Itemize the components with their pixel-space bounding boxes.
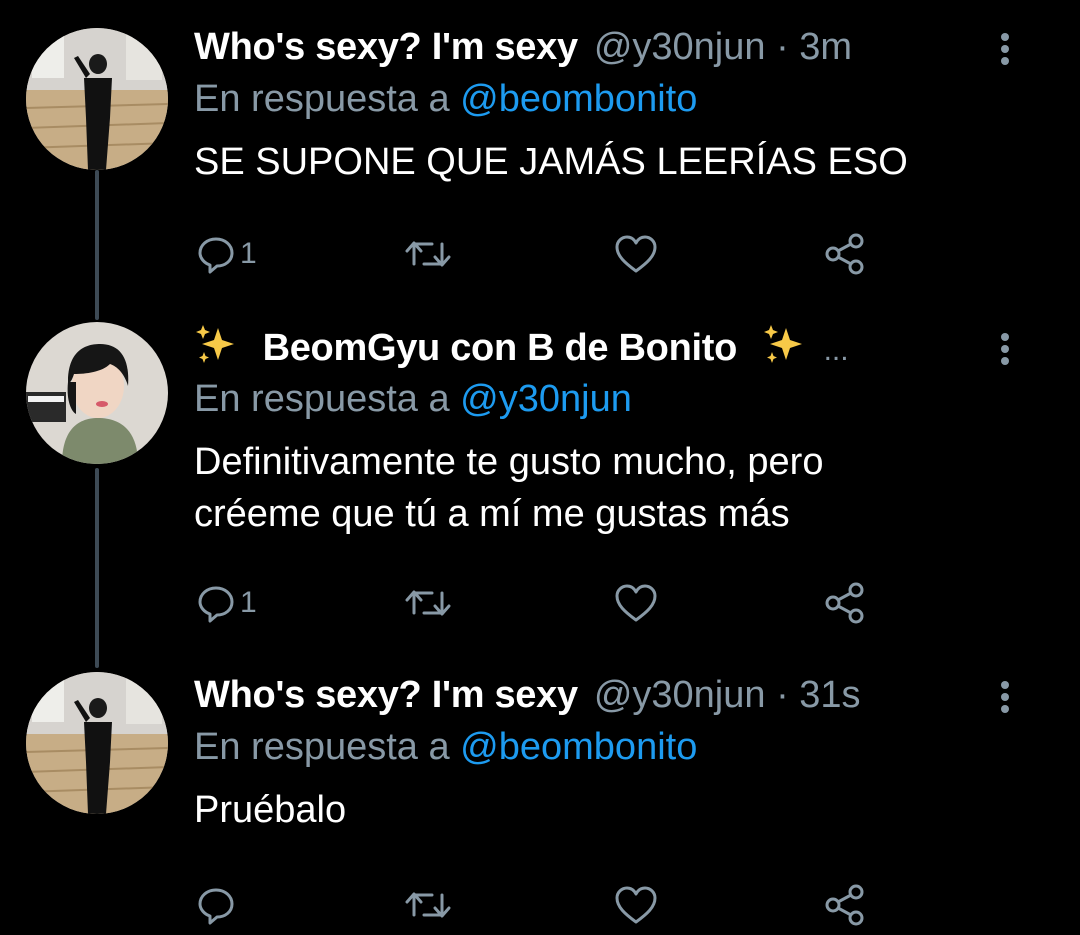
reply-count: 1 [240, 586, 257, 619]
avatar[interactable] [26, 672, 168, 814]
tweet-text: Definitivamente te gusto mucho, pero cré… [194, 441, 824, 535]
reply-prefix: En respuesta a [194, 78, 450, 120]
more-vertical-icon [1001, 33, 1009, 65]
sparkles-icon [763, 325, 802, 363]
reply-icon [198, 237, 234, 274]
tweet-header: Who's sexy? I'm sexy @y30njun · 3m [194, 22, 852, 72]
reply-prefix: En respuesta a [194, 378, 450, 420]
like-button[interactable] [613, 229, 659, 279]
tweet-meta: @y30njun · 31s [594, 674, 861, 716]
reply-context: En respuesta a @beombonito [194, 74, 697, 124]
retweet-icon [405, 241, 451, 267]
tweet[interactable]: BeomGyu con B de Bonito ... En respuesta… [0, 322, 1080, 652]
share-icon [825, 233, 864, 275]
tweet[interactable]: Who's sexy? I'm sexy @y30njun · 3m En res… [0, 22, 1080, 302]
tweet-header: Who's sexy? I'm sexy @y30njun · 31s [194, 670, 861, 720]
reply-icon [198, 888, 234, 925]
more-vertical-icon [1001, 681, 1009, 713]
tweet-text: Pruébalo [194, 789, 347, 831]
display-name[interactable]: BeomGyu con B de Bonito [263, 327, 738, 369]
retweet-button[interactable] [404, 578, 452, 628]
reply-button[interactable]: 1 [196, 578, 257, 628]
tweet-header: BeomGyu con B de Bonito ... [194, 322, 849, 372]
sparkles-icon [196, 325, 234, 363]
like-button[interactable] [613, 880, 659, 930]
timestamp[interactable]: 3m [799, 26, 852, 68]
handle[interactable]: @y30njun [594, 674, 766, 716]
reply-to-link[interactable]: @beombonito [460, 726, 697, 768]
separator: · [776, 674, 789, 716]
tweet-actions: 1 [0, 578, 1080, 628]
reply-context: En respuesta a @beombonito [194, 722, 697, 772]
retweet-button[interactable] [404, 880, 452, 930]
display-name[interactable]: Who's sexy? I'm sexy [194, 674, 578, 716]
heart-icon [615, 886, 657, 924]
reply-button[interactable] [196, 880, 240, 930]
heart-icon [615, 235, 657, 273]
more-vertical-icon [1001, 333, 1009, 365]
share-icon [825, 884, 864, 926]
reply-count: 1 [240, 237, 257, 270]
share-button[interactable] [823, 229, 867, 279]
reply-to-link[interactable]: @beombonito [460, 78, 697, 120]
name-truncation: ... [823, 334, 849, 367]
retweet-icon [405, 590, 451, 616]
avatar[interactable] [26, 322, 168, 464]
like-button[interactable] [613, 578, 659, 628]
heart-icon [615, 584, 657, 622]
more-button[interactable] [990, 24, 1020, 74]
avatar[interactable] [26, 28, 168, 170]
timestamp[interactable]: 31s [799, 674, 860, 716]
reply-context: En respuesta a @y30njun [194, 374, 632, 424]
retweet-icon [405, 892, 451, 918]
more-button[interactable] [990, 672, 1020, 722]
reply-prefix: En respuesta a [194, 726, 450, 768]
display-name[interactable]: Who's sexy? I'm sexy [194, 26, 578, 68]
tweet-meta: @y30njun · 3m [594, 26, 852, 68]
tweet[interactable]: Who's sexy? I'm sexy @y30njun · 31s En re… [0, 670, 1080, 930]
tweet-actions: 1 [0, 229, 1080, 279]
share-button[interactable] [823, 880, 867, 930]
separator: · [776, 26, 789, 68]
share-icon [825, 582, 864, 624]
handle[interactable]: @y30njun [594, 26, 766, 68]
share-button[interactable] [823, 578, 867, 628]
tweet-actions [0, 880, 1080, 930]
retweet-button[interactable] [404, 229, 452, 279]
reply-button[interactable]: 1 [196, 229, 257, 279]
tweet-text: SE SUPONE QUE JAMÁS LEERÍAS ESO [194, 141, 908, 183]
more-button[interactable] [990, 324, 1020, 374]
reply-to-link[interactable]: @y30njun [460, 378, 632, 420]
reply-icon [198, 586, 234, 623]
